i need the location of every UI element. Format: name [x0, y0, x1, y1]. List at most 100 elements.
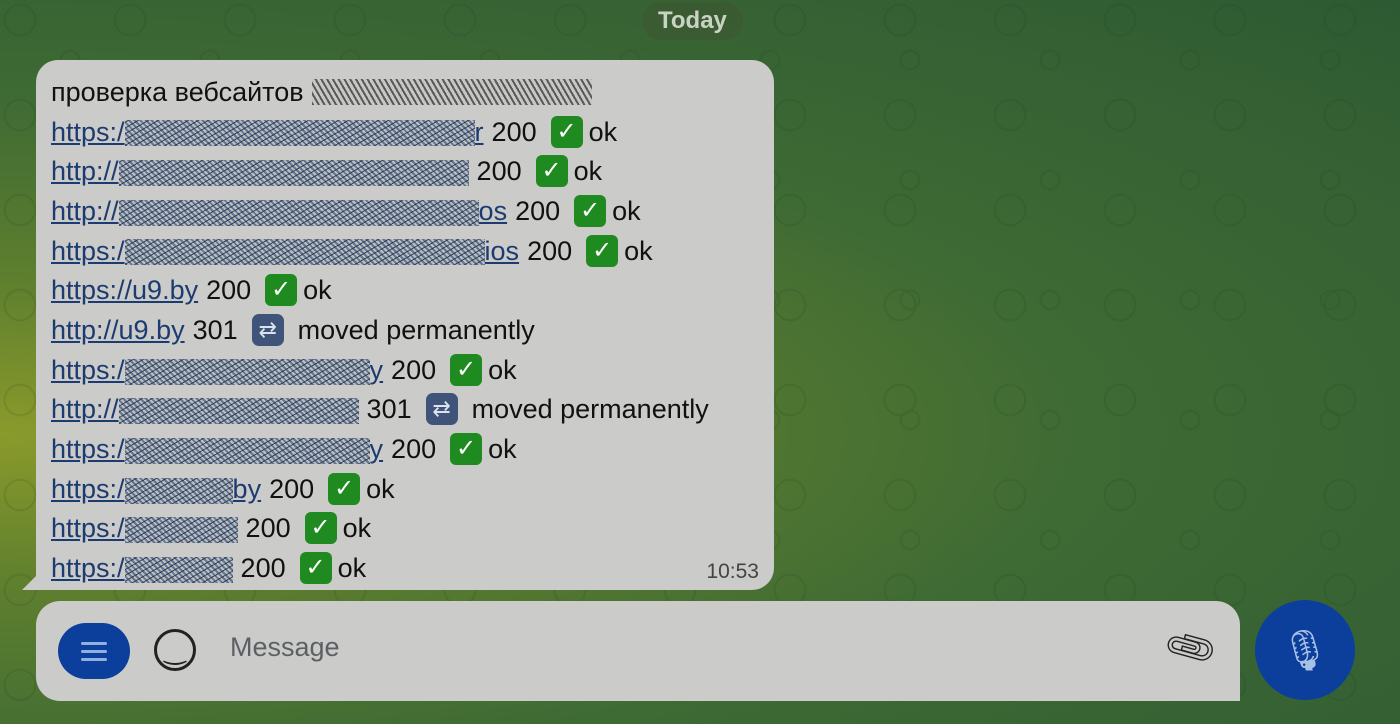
message-title: проверка вебсайтов	[51, 76, 304, 107]
date-separator: Today	[642, 2, 743, 40]
url-link[interactable]: https:/ ios	[51, 233, 519, 269]
redacted-url	[124, 556, 233, 583]
status-text: ok	[612, 195, 641, 226]
url-link[interactable]: http://	[51, 391, 359, 427]
status-code: 301	[366, 394, 412, 425]
status-text: ok	[366, 473, 395, 504]
url-link[interactable]: http://	[51, 153, 469, 189]
url-prefix: http://	[51, 156, 119, 187]
check-mark-icon: ✓	[586, 234, 619, 267]
message-line: https:/ 200 ✓ ok	[51, 548, 774, 588]
status-text: ok	[573, 156, 603, 187]
microphone-button[interactable]: 🎙︎	[1255, 600, 1355, 700]
message-line: https://u9.by 200 ✓ ok	[51, 270, 774, 310]
url-link[interactable]: https:/ y	[51, 431, 383, 467]
status-text: ok	[337, 553, 367, 584]
url-link[interactable]: https://u9.by	[51, 272, 198, 308]
url-prefix: https:/	[51, 513, 125, 544]
url-prefix: https:/	[51, 434, 125, 465]
url-prefix: https:/	[51, 235, 125, 266]
message-composer: ‿ Message 📎︎	[36, 601, 1240, 701]
message-line: http:// os 200 ✓ ok	[51, 191, 774, 231]
url-suffix: os	[478, 195, 508, 226]
url-prefix: https:/	[51, 473, 125, 504]
redacted-url	[124, 239, 485, 266]
url-link[interactable]: https:/	[51, 510, 238, 546]
url-suffix: by	[232, 473, 262, 504]
url-link[interactable]: http:// os	[51, 193, 507, 229]
status-text: ok	[488, 434, 517, 465]
status-code: 200	[515, 195, 561, 226]
status-text: ok	[624, 235, 653, 266]
message-line: https:/ r 200 ✓ ok	[51, 112, 774, 152]
url-link[interactable]: https:/ r	[51, 114, 484, 150]
url-prefix: https:/	[51, 553, 125, 584]
message-input[interactable]: Message	[230, 632, 340, 663]
redacted-url	[124, 477, 233, 504]
redacted-url	[118, 199, 479, 226]
check-mark-icon: ✓	[304, 512, 337, 545]
message-line: http://u9.by 301 ⇄ moved permanently	[51, 310, 774, 350]
check-mark-icon: ✓	[550, 115, 583, 148]
url-link[interactable]: https:/	[51, 550, 233, 586]
url-link[interactable]: https:/ y	[51, 352, 383, 388]
redacted-url	[124, 120, 475, 147]
status-code: 200	[269, 473, 315, 504]
status-text: moved permanently	[471, 394, 709, 425]
check-mark-icon: ✓	[574, 194, 607, 227]
url-prefix: https:/	[51, 116, 125, 147]
url-prefix: https:/	[51, 354, 125, 385]
message-line: http:// 301 ⇄ moved permanently	[51, 390, 774, 430]
message-line: https:/ y 200 ✓ ok	[51, 429, 774, 469]
redacted-url	[118, 160, 469, 187]
status-code: 200	[391, 354, 437, 385]
status-code: 200	[527, 235, 573, 266]
message-title-line: проверка вебсайтов	[51, 72, 774, 112]
url-link[interactable]: https:/ by	[51, 471, 261, 507]
message-bubble: проверка вебсайтов https:/r 200 ✓ ok http://…	[22, 60, 774, 590]
status-text: ok	[342, 513, 372, 544]
status-code: 200	[476, 156, 522, 187]
status-text: moved permanently	[297, 314, 535, 345]
attach-icon[interactable]: 📎︎	[1161, 618, 1222, 677]
status-code: 200	[245, 513, 291, 544]
url-prefix: https://u9.by	[51, 275, 199, 306]
status-text: ok	[303, 275, 332, 306]
url-prefix: http://	[51, 195, 119, 226]
message-line: https:/ by 200 ✓ ok	[51, 469, 774, 509]
status-text: ok	[488, 354, 517, 385]
url-suffix: y	[369, 434, 384, 465]
redacted-url	[118, 398, 359, 425]
url-link[interactable]: http://u9.by	[51, 312, 185, 348]
check-mark-icon: ✓	[450, 433, 483, 466]
url-suffix: ios	[484, 235, 520, 266]
repeat-icon: ⇄	[425, 393, 458, 426]
check-mark-icon: ✓	[265, 274, 298, 307]
repeat-icon: ⇄	[251, 313, 284, 346]
menu-icon	[81, 641, 107, 645]
message-line: https:/ 200 ✓ ok	[51, 509, 774, 549]
check-mark-icon: ✓	[535, 155, 568, 188]
status-text: ok	[588, 116, 618, 147]
status-code: 301	[192, 314, 238, 345]
message-line: https:/ ios 200 ✓ ok	[51, 231, 774, 271]
microphone-icon: 🎙︎	[1279, 628, 1331, 673]
url-prefix: http://	[51, 394, 119, 425]
url-prefix: http://u9.by	[51, 314, 185, 345]
status-code: 200	[391, 434, 437, 465]
redacted-text	[311, 78, 592, 105]
redacted-url	[124, 437, 370, 464]
redacted-url	[124, 517, 238, 544]
check-mark-icon: ✓	[299, 552, 332, 585]
emoji-button[interactable]: ‿	[154, 629, 196, 671]
url-suffix: y	[369, 354, 384, 385]
check-mark-icon: ✓	[328, 472, 361, 505]
url-suffix: r	[474, 116, 484, 147]
redacted-url	[124, 358, 370, 385]
message-line: https:/ y 200 ✓ ok	[51, 350, 774, 390]
status-code: 200	[206, 275, 252, 306]
message-time: 10:53	[706, 560, 759, 583]
status-code: 200	[240, 553, 286, 584]
menu-button[interactable]	[58, 623, 130, 679]
message-line: http:// 200 ✓ ok	[51, 151, 774, 191]
